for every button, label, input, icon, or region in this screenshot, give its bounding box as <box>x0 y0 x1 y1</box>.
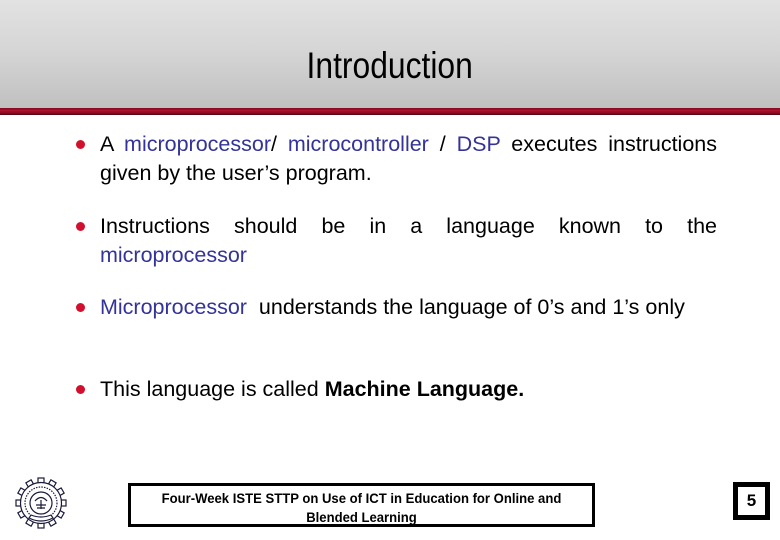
bullet-dot-icon <box>76 222 85 231</box>
highlight-term: Microprocessor <box>100 295 247 319</box>
highlight-term: DSP <box>456 132 501 156</box>
footer-text: Four-Week ISTE STTP on Use of ICT in Edu… <box>161 491 562 525</box>
bullet-item: This language is called Machine Language… <box>76 375 717 404</box>
bullet-dot-icon <box>76 140 85 149</box>
bullet-dot-icon <box>76 303 85 312</box>
bullet-item: A microprocessor/ microcontroller / DSP … <box>76 130 717 188</box>
highlight-term: microprocessor <box>100 243 247 267</box>
highlight-term: microcontroller <box>287 132 429 156</box>
logo-graphic <box>15 477 67 529</box>
footer-course-banner: Four-Week ISTE STTP on Use of ICT in Edu… <box>128 483 595 527</box>
bullet-text: This language is called <box>100 377 325 401</box>
highlight-term: microprocessor <box>124 132 271 156</box>
bullet-text: / <box>271 132 288 156</box>
bullet-text: Instructions should be in a language kno… <box>100 214 717 238</box>
bullet-dot-icon <box>76 385 85 394</box>
bullet-text: / <box>428 132 457 156</box>
page-number: 5 <box>733 482 770 520</box>
bullet-item: Microprocessor understands the language … <box>76 293 717 322</box>
bullet-list: A microprocessor/ microcontroller / DSP … <box>0 0 780 540</box>
bullet-item: Instructions should be in a language kno… <box>76 212 717 270</box>
iit-bombay-gear-emblem-icon <box>14 474 68 532</box>
emphasis-term: Machine Language. <box>324 377 525 401</box>
bullet-text: understands the language of 0’s and 1’s … <box>246 295 685 319</box>
bullet-text: A <box>100 132 125 156</box>
